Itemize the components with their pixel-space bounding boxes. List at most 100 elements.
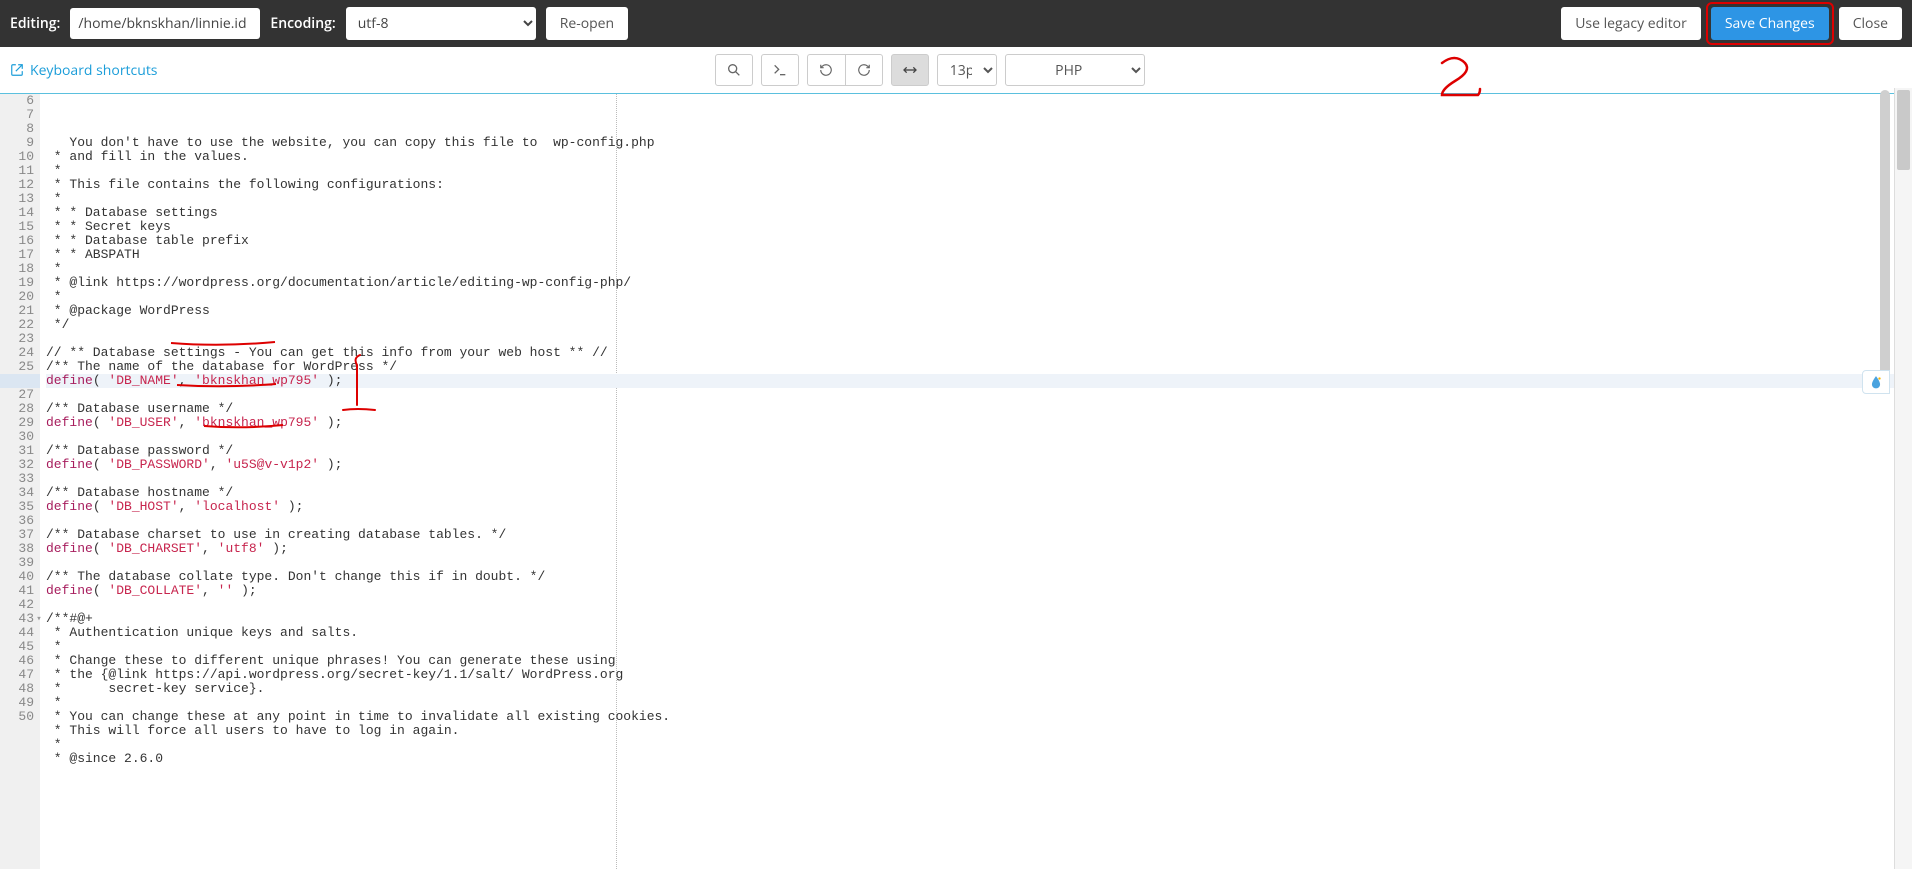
line-number: 19 <box>0 276 34 290</box>
line-number: 29 <box>0 416 34 430</box>
code-line[interactable]: * <box>46 164 1912 178</box>
line-number: 12 <box>0 178 34 192</box>
code-line[interactable]: You don't have to use the website, you c… <box>46 136 1912 150</box>
code-line[interactable]: * This file contains the following confi… <box>46 178 1912 192</box>
keyboard-shortcuts-link[interactable]: Keyboard shortcuts <box>10 61 157 80</box>
code-line[interactable]: * Authentication unique keys and salts. <box>46 626 1912 640</box>
code-line[interactable]: define( 'DB_NAME', 'bknskhan_wp795' ); <box>46 374 1912 388</box>
line-number: 11 <box>0 164 34 178</box>
encoding-select[interactable]: utf-8 <box>346 7 536 40</box>
fold-marker[interactable]: ▾ <box>34 612 44 626</box>
code-line[interactable]: * <box>46 192 1912 206</box>
code-editor[interactable]: 6789101112131415161718192021222324252627… <box>0 94 1912 869</box>
line-number: 34 <box>0 486 34 500</box>
line-number: 15 <box>0 220 34 234</box>
line-number: 17 <box>0 248 34 262</box>
wrap-toggle-button[interactable] <box>891 54 929 86</box>
line-number: 49 <box>0 696 34 710</box>
line-number: 9 <box>0 136 34 150</box>
code-line[interactable]: * <box>46 262 1912 276</box>
line-number: 42 <box>0 598 34 612</box>
code-line[interactable]: * secret-key service}. <box>46 682 1912 696</box>
undo-button[interactable] <box>807 54 845 86</box>
code-line[interactable]: * * Database table prefix <box>46 234 1912 248</box>
redo-button[interactable] <box>845 54 883 86</box>
code-line[interactable]: * This will force all users to have to l… <box>46 724 1912 738</box>
undo-icon <box>819 63 833 77</box>
code-line[interactable]: /**#@+▾ <box>46 612 1912 626</box>
font-size-select[interactable]: 13px <box>937 54 997 86</box>
code-line[interactable]: /** The database collate type. Don't cha… <box>46 570 1912 584</box>
assistant-widget[interactable] <box>1862 370 1890 394</box>
code-line[interactable]: * Change these to different unique phras… <box>46 654 1912 668</box>
code-line[interactable]: define( 'DB_HOST', 'localhost' ); <box>46 500 1912 514</box>
code-line[interactable]: * the {@link https://api.wordpress.org/s… <box>46 668 1912 682</box>
code-line[interactable]: define( 'DB_USER', 'bknskhan_wp795' ); <box>46 416 1912 430</box>
line-number: 21 <box>0 304 34 318</box>
line-number: 22 <box>0 318 34 332</box>
line-number: 36 <box>0 514 34 528</box>
line-number: 13 <box>0 192 34 206</box>
code-line[interactable]: * You can change these at any point in t… <box>46 710 1912 724</box>
code-line[interactable]: * * ABSPATH <box>46 248 1912 262</box>
code-line[interactable]: * <box>46 696 1912 710</box>
line-number: 32 <box>0 458 34 472</box>
code-line[interactable]: /** Database username */ <box>46 402 1912 416</box>
code-line[interactable]: * @link https://wordpress.org/documentat… <box>46 276 1912 290</box>
code-line[interactable]: define( 'DB_CHARSET', 'utf8' ); <box>46 542 1912 556</box>
code-line[interactable]: /** Database hostname */ <box>46 486 1912 500</box>
code-line[interactable]: // ** Database settings - You can get th… <box>46 346 1912 360</box>
code-line[interactable] <box>46 556 1912 570</box>
code-line[interactable]: * and fill in the values. <box>46 150 1912 164</box>
line-number: 33 <box>0 472 34 486</box>
code-line[interactable]: * @since 2.6.0 <box>46 752 1912 766</box>
code-line[interactable]: define( 'DB_COLLATE', '' ); <box>46 584 1912 598</box>
code-line[interactable]: * * Secret keys <box>46 220 1912 234</box>
line-number: 44 <box>0 626 34 640</box>
terminal-button[interactable] <box>761 54 799 86</box>
code-line[interactable]: /** The name of the database for WordPre… <box>46 360 1912 374</box>
code-line[interactable]: * <box>46 640 1912 654</box>
code-line[interactable]: * @package WordPress <box>46 304 1912 318</box>
code-line[interactable]: * * Database settings <box>46 206 1912 220</box>
line-number: 20 <box>0 290 34 304</box>
code-line[interactable]: */ <box>46 318 1912 332</box>
code-line[interactable]: * <box>46 738 1912 752</box>
redo-icon <box>857 63 871 77</box>
line-number: 38 <box>0 542 34 556</box>
line-number: 14 <box>0 206 34 220</box>
code-line[interactable]: define( 'DB_PASSWORD', 'u5S@v-v1p2' ); <box>46 458 1912 472</box>
keyboard-shortcuts-label: Keyboard shortcuts <box>30 61 157 80</box>
wrap-icon <box>902 62 918 78</box>
code-line[interactable]: * <box>46 290 1912 304</box>
line-number: 45 <box>0 640 34 654</box>
code-line[interactable] <box>46 598 1912 612</box>
code-line[interactable] <box>46 430 1912 444</box>
line-number: 41 <box>0 584 34 598</box>
editor-scrollbar-thumb[interactable] <box>1880 90 1890 390</box>
code-line[interactable] <box>46 332 1912 346</box>
editor-scrollbar[interactable] <box>1878 90 1892 710</box>
line-number: 25 <box>0 360 34 374</box>
reopen-button[interactable]: Re-open <box>546 7 628 40</box>
use-legacy-editor-button[interactable]: Use legacy editor <box>1561 7 1701 40</box>
code-line[interactable]: /** Database password */ <box>46 444 1912 458</box>
code-line[interactable] <box>46 472 1912 486</box>
close-button[interactable]: Close <box>1839 7 1902 40</box>
page-scrollbar-thumb[interactable] <box>1897 90 1910 170</box>
line-number: 48 <box>0 682 34 696</box>
code-line[interactable] <box>46 388 1912 402</box>
code-line[interactable] <box>46 514 1912 528</box>
encoding-label: Encoding: <box>270 14 335 33</box>
line-number: 7 <box>0 108 34 122</box>
page-scrollbar[interactable] <box>1894 88 1912 869</box>
line-number: 16 <box>0 234 34 248</box>
code-line[interactable]: /** Database charset to use in creating … <box>46 528 1912 542</box>
code-content[interactable]: You don't have to use the website, you c… <box>40 94 1912 869</box>
file-path-input[interactable] <box>70 8 260 39</box>
language-select[interactable]: PHP <box>1005 54 1145 86</box>
save-changes-button[interactable]: Save Changes <box>1711 7 1829 40</box>
line-number: 39 <box>0 556 34 570</box>
search-button[interactable] <box>715 54 753 86</box>
line-number: 30 <box>0 430 34 444</box>
